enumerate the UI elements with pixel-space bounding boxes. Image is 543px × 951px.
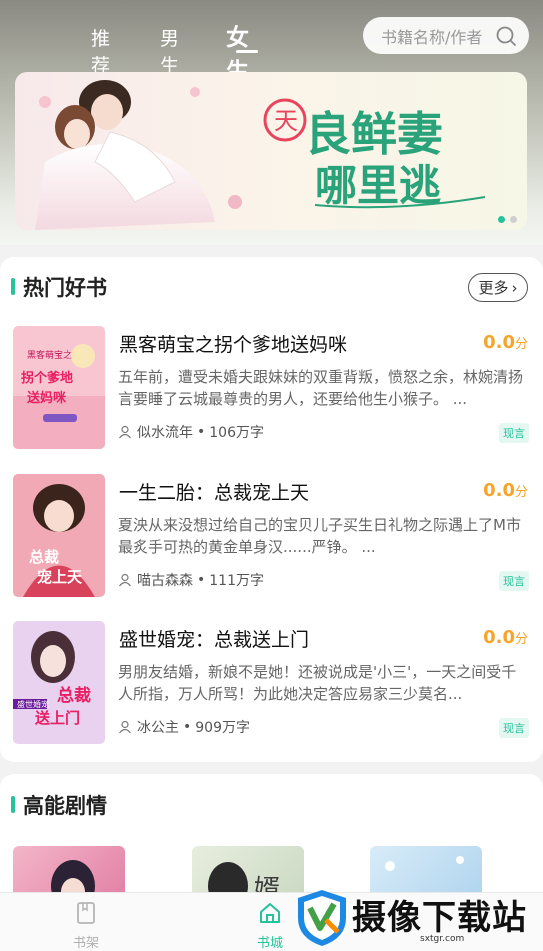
book-score: 0.0分 (483, 480, 528, 501)
book-meta: 冰公主 • 909万字 (118, 717, 250, 737)
more-label: 更多 (478, 279, 509, 297)
watermark-url: sxtgr.com (420, 934, 465, 944)
book-meta: 喵古森森 • 111万字 (118, 570, 264, 590)
genre-badge: 现言 (499, 423, 529, 443)
banner-title-line1: 良鲜妻 (305, 107, 443, 161)
person-icon (119, 720, 131, 734)
banner-dot-active[interactable] (498, 216, 505, 223)
book-cover: 总裁 宠上天 (13, 474, 105, 597)
book-description: 夏泱从来没想过给自己的宝贝儿子买生日礼物之际遇上了M市最炙手可热的黄金单身汉..… (118, 516, 521, 556)
svg-text:送上门: 送上门 (34, 709, 80, 727)
banner-dot[interactable] (510, 216, 517, 223)
book-title: 盛世婚宠：总裁送上门 (119, 629, 310, 651)
person-icon (119, 425, 131, 439)
book-description: 男朋友结婚，新娘不是她！还被说成是'小三'，一天之间受千人所指，万人所骂！为此她… (118, 663, 517, 703)
more-button[interactable]: 更多 › (468, 273, 528, 302)
tab-recommend[interactable]: 推荐 (91, 24, 110, 78)
book-score: 0.0分 (483, 332, 528, 353)
book-score: 0.0分 (483, 627, 528, 648)
book-meta: 似水流年 • 106万字 (118, 422, 264, 442)
person-icon (119, 573, 131, 587)
tab-male[interactable]: 男生 (160, 24, 179, 78)
book-author: 冰公主 (137, 720, 179, 736)
book-title: 黑客萌宝之拐个爹地送妈咪 (119, 334, 348, 356)
genre-badge: 现言 (499, 718, 529, 738)
book-word-count: 909万字 (195, 720, 250, 736)
svg-text:送妈咪: 送妈咪 (26, 390, 67, 406)
svg-text:宠上天: 宠上天 (37, 568, 83, 586)
section-accent-bar (11, 796, 15, 813)
promo-banner[interactable]: 天 良鲜妻 哪里逃 (15, 72, 527, 230)
hot-books-section: 热门好书 更多 › 黑客萌宝之 拐个爹地 送妈咪 黑客萌宝之拐个爹地送妈咪 0.… (0, 257, 543, 762)
search-placeholder: 书籍名称/作者 (381, 27, 483, 47)
book-item[interactable]: 总裁 宠上天 一生二胎：总裁宠上天 0.0分 夏泱从来没想过给自己的宝贝儿子买生… (0, 474, 543, 599)
svg-text:拐个爹地: 拐个爹地 (21, 370, 73, 386)
book-word-count: 106万字 (209, 425, 264, 441)
genre-badge: 现言 (499, 571, 529, 591)
search-box[interactable]: 书籍名称/作者 (363, 17, 529, 54)
shield-logo-icon (298, 890, 346, 946)
book-description: 五年前，遭受未婚夫跟妹妹的双重背叛，愤怒之余，林婉清扬言要睡了云城最尊贵的男人，… (118, 368, 524, 408)
book-author: 似水流年 (137, 425, 193, 441)
site-watermark: 摄像下载站 sxtgr.com (296, 886, 543, 951)
header: 推荐 男生 女生 书籍名称/作者 (0, 0, 543, 245)
book-item[interactable]: 盛世婚宠 总裁 送上门 盛世婚宠：总裁送上门 0.0分 男朋友结婚，新娘不是她！… (0, 621, 543, 746)
book-word-count: 111万字 (209, 573, 264, 589)
section-title: 热门好书 (23, 276, 107, 300)
search-icon[interactable] (495, 25, 517, 47)
watermark-text: 摄像下载站 (352, 898, 527, 938)
book-title: 一生二胎：总裁宠上天 (119, 482, 310, 504)
svg-text:总裁: 总裁 (29, 548, 59, 566)
cover-tag: 黑客萌宝之 (27, 349, 72, 361)
banner-illustration: 天 良鲜妻 哪里逃 (35, 80, 486, 230)
active-tab-indicator (236, 50, 258, 53)
nav-label: 书架 (72, 936, 99, 951)
cover-tag: 盛世婚宠 (17, 699, 49, 709)
banner-title-line2: 哪里逃 (315, 161, 441, 210)
section-accent-bar (11, 278, 15, 295)
book-author: 喵古森森 (137, 573, 193, 589)
book-cover: 盛世婚宠 总裁 送上门 (13, 621, 105, 744)
home-icon (260, 903, 280, 923)
nav-bookshelf[interactable]: 书架 (46, 893, 126, 951)
section-title: 高能剧情 (23, 794, 107, 818)
banner-pagination (498, 216, 517, 223)
book-item[interactable]: 黑客萌宝之 拐个爹地 送妈咪 黑客萌宝之拐个爹地送妈咪 0.0分 五年前，遭受未… (0, 326, 543, 451)
book-icon (77, 902, 95, 924)
svg-text:总裁: 总裁 (57, 685, 91, 706)
chevron-right-icon: › (511, 278, 518, 297)
banner-title-prefix: 天 (274, 107, 298, 135)
book-cover: 黑客萌宝之 拐个爹地 送妈咪 (13, 326, 105, 449)
